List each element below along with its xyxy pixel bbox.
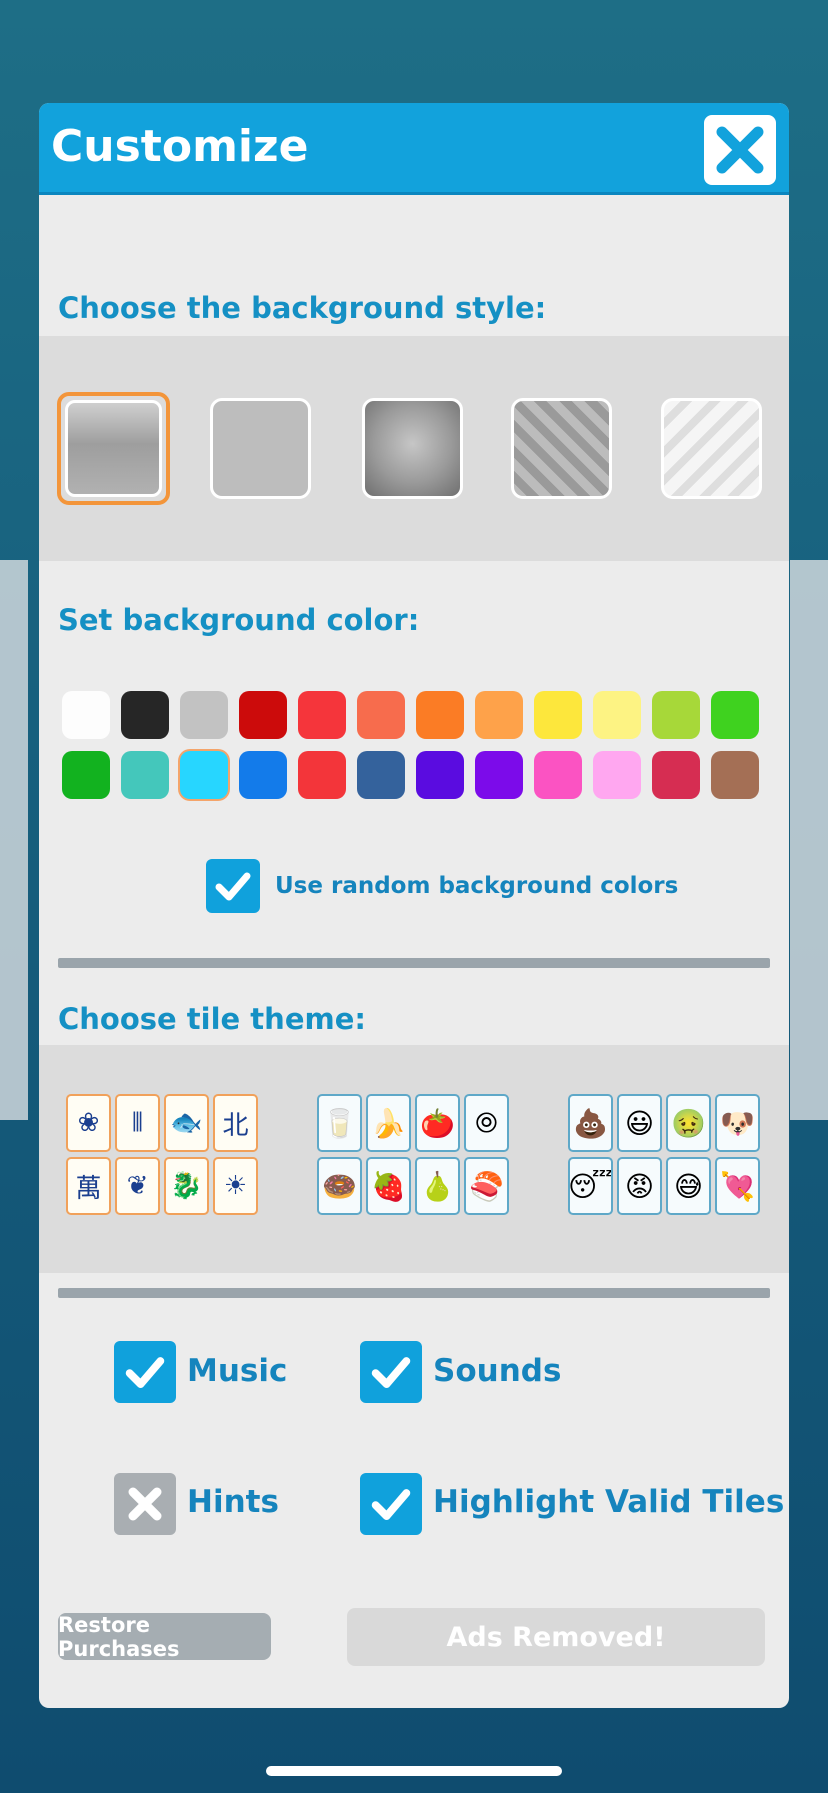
color-swatch[interactable] [711, 751, 759, 799]
color-swatch[interactable] [593, 691, 641, 739]
highlight-valid-tiles-label: Highlight Valid Tiles [433, 1484, 785, 1520]
color-swatch[interactable] [652, 751, 700, 799]
customize-dialog: Customize Choose the background style: S… [39, 103, 789, 1708]
tile-preview: ⦾ [464, 1094, 509, 1152]
sounds-checkbox[interactable] [360, 1341, 422, 1403]
checkmark-icon [125, 1357, 165, 1388]
close-x-icon [716, 126, 764, 174]
tile-preview: 💘 [715, 1157, 760, 1215]
bg-style-option-2[interactable] [210, 398, 311, 499]
tile-preview: 🥛 [317, 1094, 362, 1152]
color-swatch[interactable] [416, 691, 464, 739]
hints-label: Hints [187, 1484, 279, 1520]
color-swatch[interactable] [475, 691, 523, 739]
background-style-label: Choose the background style: [58, 291, 547, 325]
tile-preview: 🐶 [715, 1094, 760, 1152]
dialog-header: Customize [39, 103, 789, 195]
checkmark-icon [371, 1489, 411, 1520]
tile-preview: 😅 [666, 1157, 711, 1215]
tile-preview: 北 [213, 1094, 258, 1152]
color-swatch[interactable] [534, 751, 582, 799]
random-colors-checkbox[interactable] [206, 859, 260, 913]
checkmark-icon [215, 872, 251, 901]
color-swatch[interactable] [711, 691, 759, 739]
color-swatch[interactable] [475, 751, 523, 799]
color-swatch[interactable] [357, 751, 405, 799]
tile-preview: ⫴ [115, 1094, 160, 1152]
ads-removed-button[interactable]: Ads Removed! [347, 1608, 765, 1666]
tile-preview: 萬 [66, 1157, 111, 1215]
tile-preview: 😴 [568, 1157, 613, 1215]
tile-preview: 🤢 [666, 1094, 711, 1152]
color-swatch[interactable] [62, 751, 110, 799]
close-button[interactable] [704, 115, 776, 185]
tile-preview: ❀ [66, 1094, 111, 1152]
color-swatch[interactable] [121, 691, 169, 739]
tile-theme-label: Choose tile theme: [58, 1002, 366, 1036]
color-swatch[interactable] [534, 691, 582, 739]
tile-preview: 💩 [568, 1094, 613, 1152]
color-swatch[interactable] [652, 691, 700, 739]
restore-purchases-button[interactable]: Restore Purchases [58, 1613, 271, 1661]
bg-style-option-1[interactable] [57, 392, 170, 505]
color-swatch[interactable] [298, 691, 346, 739]
tile-preview: 😡 [617, 1157, 662, 1215]
background-color-label: Set background color: [58, 603, 420, 637]
x-icon [128, 1487, 162, 1521]
tile-preview: 🐟 [164, 1094, 209, 1152]
tile-preview: 😃 [617, 1094, 662, 1152]
music-label: Music [187, 1353, 288, 1389]
color-swatch[interactable] [180, 751, 228, 799]
hints-checkbox[interactable] [114, 1473, 176, 1535]
color-swatch[interactable] [357, 691, 405, 739]
tile-preview: ☀ [213, 1157, 258, 1215]
section-divider [58, 958, 770, 968]
tile-preview: 🍌 [366, 1094, 411, 1152]
color-swatch[interactable] [62, 691, 110, 739]
tile-preview: 🍐 [415, 1157, 460, 1215]
section-divider [58, 1288, 770, 1298]
random-colors-label: Use random background colors [275, 873, 679, 899]
color-swatch[interactable] [298, 751, 346, 799]
color-swatch[interactable] [180, 691, 228, 739]
color-swatch[interactable] [121, 751, 169, 799]
background-board-edge-right [790, 560, 828, 1120]
tile-preview: 🍩 [317, 1157, 362, 1215]
sounds-label: Sounds [433, 1353, 562, 1389]
music-checkbox[interactable] [114, 1341, 176, 1403]
home-indicator [266, 1766, 562, 1776]
bg-style-option-3[interactable] [362, 398, 463, 499]
tile-preview: 🍓 [366, 1157, 411, 1215]
tile-preview: 🍣 [464, 1157, 509, 1215]
background-board-edge-left [0, 560, 28, 1120]
color-swatch[interactable] [239, 751, 287, 799]
color-swatch[interactable] [593, 751, 641, 799]
color-swatch[interactable] [416, 751, 464, 799]
bg-style-option-5[interactable] [661, 398, 762, 499]
highlight-valid-tiles-checkbox[interactable] [360, 1473, 422, 1535]
bg-style-option-4[interactable] [511, 398, 612, 499]
color-swatch[interactable] [239, 691, 287, 739]
checkmark-icon [371, 1357, 411, 1388]
tile-preview: 🍅 [415, 1094, 460, 1152]
dialog-title: Customize [51, 121, 309, 172]
tile-preview: ❦ [115, 1157, 160, 1215]
tile-preview: 🐉 [164, 1157, 209, 1215]
